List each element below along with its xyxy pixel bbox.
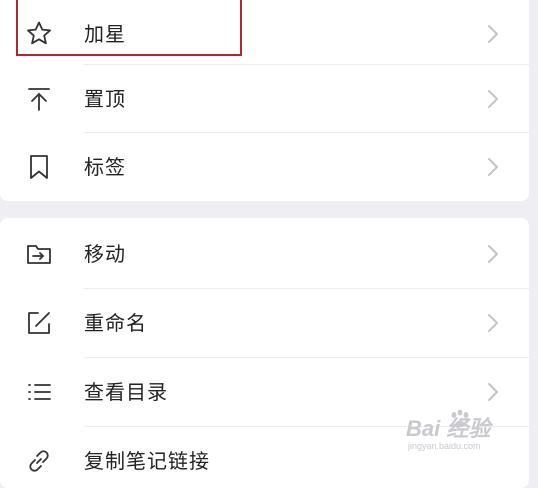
chevron-right-icon <box>487 382 499 402</box>
menu-group-top: 加星 置顶 标签 <box>0 0 529 201</box>
menu-item-rename[interactable]: 重命名 <box>0 289 529 357</box>
menu-item-view-toc[interactable]: 查看目录 <box>0 358 529 426</box>
chevron-right-icon <box>487 24 499 44</box>
move-folder-icon <box>24 239 54 269</box>
menu-item-pin-top[interactable]: 置顶 <box>0 65 529 133</box>
menu-item-label: 查看目录 <box>84 380 168 404</box>
menu-item-label: 标签 <box>84 155 126 179</box>
chevron-right-icon <box>487 244 499 264</box>
chevron-right-icon <box>487 313 499 333</box>
star-icon <box>24 19 54 49</box>
menu-group-bottom: 移动 重命名 查看目录 复制笔记链接 <box>0 218 529 488</box>
menu-item-tag[interactable]: 标签 <box>0 133 529 201</box>
menu-item-label: 重命名 <box>84 311 147 335</box>
pin-top-icon <box>24 84 54 114</box>
rename-icon <box>24 308 54 338</box>
menu-item-label: 加星 <box>84 22 126 46</box>
chevron-right-icon <box>487 89 499 109</box>
chevron-right-icon <box>487 157 499 177</box>
menu-item-move[interactable]: 移动 <box>0 220 529 288</box>
list-icon <box>24 377 54 407</box>
menu-item-label: 置顶 <box>84 87 126 111</box>
bookmark-icon <box>24 152 54 182</box>
menu-item-label: 移动 <box>84 242 126 266</box>
link-icon <box>24 446 54 476</box>
menu-item-star[interactable]: 加星 <box>0 0 529 68</box>
